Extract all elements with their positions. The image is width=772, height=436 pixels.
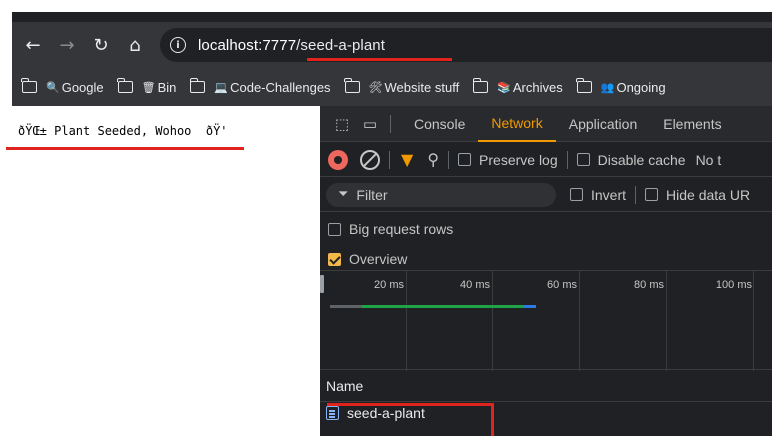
bookmark-label: Ongoing	[616, 79, 666, 95]
home-icon[interactable]: ⌂	[118, 28, 152, 62]
big-request-rows-checkbox[interactable]	[328, 222, 341, 236]
bookmark-code-challenges[interactable]: 💻 Code-Challenges	[189, 78, 331, 95]
device-toolbar-icon[interactable]: ▭	[356, 110, 384, 138]
preserve-log-label: Preserve log	[479, 151, 558, 168]
big-request-rows-option[interactable]: Big request rows	[328, 214, 453, 244]
record-icon[interactable]	[328, 149, 348, 170]
devtools-panel: ⬚ ▭ Console Network Application Elements…	[320, 106, 772, 436]
disable-cache-checkbox[interactable]	[576, 153, 590, 166]
grid-line	[492, 271, 493, 371]
disable-cache-label: Disable cache	[597, 151, 686, 168]
filter-input[interactable]: ⏷ Filter	[326, 182, 556, 207]
bookmark-ongoing[interactable]: 👥 Ongoing	[576, 78, 666, 95]
grid-line	[666, 271, 667, 371]
folder-icon	[117, 78, 133, 93]
filter-icon: ⏷	[338, 187, 349, 202]
clear-icon[interactable]	[360, 149, 380, 170]
hide-data-urls-option[interactable]: Hide data UR	[645, 187, 750, 203]
search-icon: 🔍	[46, 80, 60, 94]
divider	[635, 185, 637, 204]
throttling-select[interactable]: No t	[696, 152, 722, 168]
tick-label: 60 ms	[547, 279, 577, 291]
network-overview[interactable]: 20 ms 40 ms 60 ms 80 ms 100 ms	[320, 270, 772, 371]
folder-icon	[21, 78, 37, 93]
name-column-header[interactable]: Name	[320, 370, 772, 402]
people-icon: 👥	[600, 80, 615, 94]
network-toolbar: ▼ ⚲ Preserve log Disable cache No t	[320, 143, 772, 177]
invert-option[interactable]: Invert	[570, 187, 626, 203]
folder-icon	[343, 78, 360, 93]
overview-bar-download	[524, 305, 536, 308]
tab-strip	[12, 12, 772, 22]
bookmark-label: Website stuff	[384, 79, 460, 95]
bookmarks-bar: 🔍 Google 🗑 Bin 💻 Code-Challenges 🛠 Website s…	[12, 68, 772, 106]
bookmark-label: Bin	[157, 79, 177, 95]
url-path: /seed-a-plant	[296, 36, 385, 54]
bookmark-label: Code-Challenges	[230, 79, 331, 95]
tick-label: 80 ms	[634, 279, 664, 291]
tick-label: 100 ms	[715, 279, 752, 291]
document-icon	[326, 406, 339, 420]
trash-icon: 🗑	[141, 80, 156, 94]
invert-checkbox[interactable]	[570, 188, 583, 201]
overview-label: Overview	[349, 251, 408, 267]
disable-cache-option[interactable]: Disable cache	[576, 151, 686, 168]
search-icon[interactable]: ⚲	[427, 150, 439, 169]
preserve-log-option[interactable]: Preserve log	[458, 152, 558, 168]
tools-icon: 🛠	[368, 80, 383, 94]
books-icon: 📚	[497, 80, 511, 94]
page-response-text: ðŸŒ± Plant Seeded, Wohoo ðŸ'	[18, 124, 238, 138]
divider	[448, 150, 450, 169]
overview-checkbox[interactable]	[328, 252, 341, 266]
filter-placeholder: Filter	[356, 186, 388, 203]
grid-line	[579, 271, 580, 371]
annotation-box-right	[491, 403, 494, 436]
forward-arrow-icon[interactable]: →	[50, 28, 84, 62]
annotation-underline-page	[6, 147, 244, 150]
laptop-icon: 💻	[214, 80, 229, 94]
tick-label: 20 ms	[374, 279, 404, 291]
filter-funnel-icon[interactable]: ▼	[401, 150, 413, 169]
invert-label: Invert	[591, 186, 627, 203]
annotation-underline-url	[307, 58, 452, 61]
folder-icon	[576, 78, 592, 93]
overview-bar-waiting	[362, 305, 524, 308]
annotation-box-top	[327, 403, 494, 406]
tab-console[interactable]: Console	[401, 106, 478, 142]
tab-network[interactable]: Network	[478, 106, 556, 142]
bookmark-bin[interactable]: 🗑 Bin	[117, 78, 177, 95]
preserve-log-checkbox[interactable]	[458, 153, 472, 166]
request-name: seed-a-plant	[347, 405, 425, 421]
filter-row: ⏷ Filter Invert Hide data UR	[320, 178, 772, 212]
browser-toolbar: ← → ↻ ⌂ i localhost:7777/seed-a-plant	[12, 22, 772, 68]
inspect-element-icon[interactable]: ⬚	[328, 110, 356, 138]
tick-label: 40 ms	[460, 279, 490, 291]
folder-icon	[189, 78, 206, 93]
site-info-icon[interactable]: i	[170, 37, 186, 53]
grid-line	[753, 271, 754, 371]
tab-application[interactable]: Application	[556, 106, 651, 142]
overview-left-handle[interactable]	[320, 275, 324, 293]
devtools-tabbar: ⬚ ▭ Console Network Application Elements	[320, 106, 772, 142]
bookmark-google[interactable]: 🔍 Google	[21, 78, 104, 95]
bookmark-archives[interactable]: 📚 Archives	[472, 78, 563, 95]
grid-line	[406, 271, 407, 371]
divider	[390, 114, 391, 133]
url-text[interactable]: localhost:7777/seed-a-plant	[198, 37, 385, 54]
reload-icon[interactable]: ↻	[84, 28, 118, 62]
divider	[389, 150, 390, 169]
bookmark-label: Archives	[512, 79, 563, 95]
bookmark-label: Google	[61, 79, 104, 95]
hide-data-urls-label: Hide data UR	[666, 186, 751, 203]
tab-elements[interactable]: Elements	[650, 106, 734, 142]
overview-bar-queue	[330, 305, 362, 308]
folder-icon	[472, 78, 489, 93]
hide-data-urls-checkbox[interactable]	[645, 188, 659, 201]
divider	[566, 150, 568, 169]
back-arrow-icon[interactable]: ←	[16, 28, 50, 62]
address-bar[interactable]: i localhost:7777/seed-a-plant	[160, 28, 772, 62]
big-request-rows-label: Big request rows	[349, 221, 454, 237]
bookmark-website-stuff[interactable]: 🛠 Website stuff	[343, 78, 460, 95]
url-host: localhost:7777	[198, 36, 297, 54]
